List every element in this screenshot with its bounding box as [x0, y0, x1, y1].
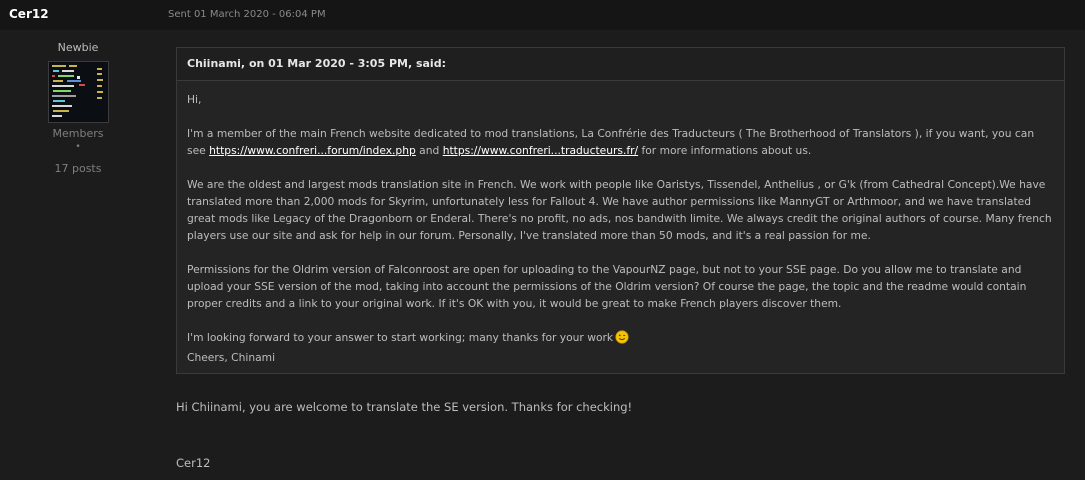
post-date: Sent 01 March 2020 - 06:04 PM [168, 9, 326, 20]
reply-text: Hi Chiinami, you are welcome to translat… [176, 400, 633, 414]
quote-citation: Chiinami, on 01 Mar 2020 - 3:05 PM, said… [177, 48, 1064, 81]
signature: Cer12 [176, 456, 211, 470]
quote-block: Chiinami, on 01 Mar 2020 - 3:05 PM, said… [176, 47, 1065, 374]
wink-smiley-icon [615, 330, 629, 349]
post-header: Cer12 Sent 01 March 2020 - 06:04 PM [0, 0, 1085, 30]
quote-p1-end: for more informations about us. [638, 144, 812, 157]
author-name-link[interactable]: Cer12 [9, 7, 49, 21]
post-count: 17 posts [54, 162, 102, 175]
separator-bullet: • [75, 142, 81, 152]
quote-p1-and: and [415, 144, 443, 157]
member-group: Members [52, 127, 104, 140]
quote-paragraph-1: I'm a member of the main French website … [187, 125, 1054, 159]
quote-greeting: Hi, [187, 93, 202, 106]
quote-p4-line1: I'm looking forward to your answer to st… [187, 331, 614, 344]
avatar-image [49, 62, 108, 122]
member-rank: Newbie [57, 41, 99, 54]
author-panel: Newbie Members • 17 posts [0, 30, 156, 480]
forum-link[interactable]: https://www.confreri...forum/index.php [209, 144, 416, 157]
quote-p4-line2: Cheers, Chinami [187, 351, 276, 364]
quote-paragraph-4: I'm looking forward to your answer to st… [187, 329, 1054, 366]
quote-paragraph-2: We are the oldest and largest mods trans… [187, 178, 1052, 242]
avatar[interactable] [48, 61, 109, 123]
quote-paragraph-3: Permissions for the Oldrim version of Fa… [187, 263, 1027, 310]
quote-content: Hi, I'm a member of the main French webs… [177, 81, 1064, 366]
traducteurs-link[interactable]: https://www.confreri...traducteurs.fr/ [443, 144, 638, 157]
